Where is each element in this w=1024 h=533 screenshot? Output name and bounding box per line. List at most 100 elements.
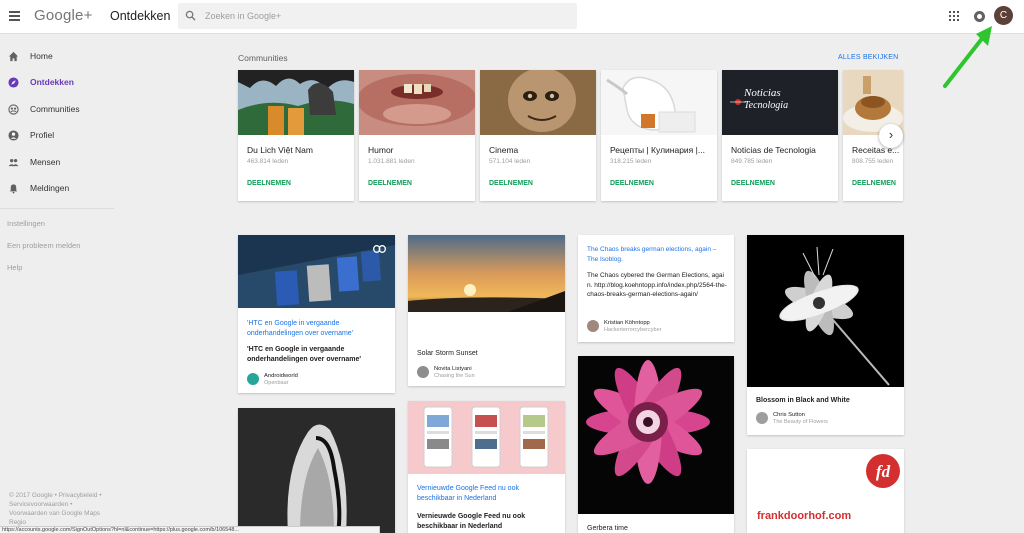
sidebar-item-home[interactable]: Home xyxy=(0,44,114,68)
region-link[interactable]: Regio xyxy=(9,519,26,526)
post-card-chaos[interactable]: The Chaos breaks german elections, again… xyxy=(578,235,734,342)
post-card-blossom[interactable]: Blossom in Black and White Chris Sutton … xyxy=(747,235,904,435)
post-author[interactable]: Kristian Köhntopp Hackerterrorcybercyber xyxy=(587,320,727,334)
post-author[interactable]: Novita Listyani Chasing the Sun xyxy=(417,366,557,380)
post-card-veil[interactable] xyxy=(238,408,395,533)
sidebar-item-profiel[interactable]: Profiel xyxy=(0,123,114,147)
bell-icon xyxy=(9,183,18,194)
post-card-feed[interactable]: Vernieuwde Google Feed nu ook beschikbaa… xyxy=(408,401,565,533)
sidebar-item-label: Ontdekken xyxy=(30,77,74,87)
post-title: Gerbera time xyxy=(587,525,628,532)
community-name: Рецепты | Кулинария |... xyxy=(610,145,705,155)
communities-icon xyxy=(8,103,19,115)
see-all-button[interactable]: ALLES BEKIJKEN xyxy=(838,54,898,61)
sidebar-item-communities[interactable]: Communities xyxy=(0,97,114,121)
menu-icon[interactable] xyxy=(9,11,20,21)
community-members: 1.031.881 leden xyxy=(368,158,415,165)
post-image xyxy=(747,235,904,387)
community-image xyxy=(601,70,717,135)
join-button[interactable]: DEELNEMEN xyxy=(852,180,896,187)
community-name: Noticias de Tecnologia xyxy=(731,145,816,155)
author-subtitle: Openbaar xyxy=(264,380,289,386)
author-subtitle: Hackerterrorcybercyber xyxy=(604,327,662,333)
terms-link[interactable]: Servicevoorwaarden xyxy=(9,501,68,508)
post-card-sunset[interactable]: Solar Storm Sunset Novita Listyani Chasi… xyxy=(408,235,565,386)
community-image: Noticias Tecnologia xyxy=(722,70,838,135)
help-link[interactable]: Help xyxy=(7,263,22,272)
communities-heading: Communities xyxy=(238,53,288,63)
post-link-title[interactable]: Vernieuwde Google Feed nu ook beschikbaa… xyxy=(417,484,557,503)
post-card-gerbera[interactable]: Gerbera time xyxy=(578,356,734,533)
join-button[interactable]: DEELNEMEN xyxy=(368,180,412,187)
post-card-htc[interactable]: 'HTC en Google in vergaande onderhandeli… xyxy=(238,235,395,393)
home-icon xyxy=(8,51,19,61)
search-box[interactable] xyxy=(178,3,577,29)
community-card[interactable]: Cinema 571.104 leden DEELNEMEN xyxy=(480,70,596,201)
people-icon xyxy=(8,158,19,166)
search-input[interactable] xyxy=(205,7,565,25)
maps-terms-link[interactable]: Voorwaarden van Google Maps xyxy=(9,510,100,517)
author-name[interactable]: Kristian Köhntopp xyxy=(604,320,650,326)
settings-link[interactable]: Instellingen xyxy=(7,219,45,228)
join-button[interactable]: DEELNEMEN xyxy=(610,180,654,187)
community-card[interactable]: Noticias Tecnologia Noticias de Tecnolog… xyxy=(722,70,838,201)
author-name[interactable]: Androidworld xyxy=(264,373,298,379)
account-avatar[interactable]: C xyxy=(994,6,1013,25)
community-members: 463.814 leden xyxy=(247,158,289,165)
community-card[interactable]: Du Lich Việt Nam 463.814 leden DEELNEMEN xyxy=(238,70,354,201)
avatar xyxy=(587,320,599,332)
sidebar-item-mensen[interactable]: Mensen xyxy=(0,150,114,174)
community-name: Humor xyxy=(368,145,394,155)
community-card[interactable]: Рецепты | Кулинария |... 318.215 leden D… xyxy=(601,70,717,201)
post-link-title[interactable]: The Chaos breaks german elections, again… xyxy=(587,245,727,264)
community-members: 318.215 leden xyxy=(610,158,652,165)
sidebar-footer: © 2017 Google • Privacybeleid • Servicev… xyxy=(9,492,102,526)
author-name[interactable]: Chris Sutton xyxy=(773,412,805,418)
search-icon[interactable] xyxy=(185,10,196,21)
post-author[interactable]: Androidworld Openbaar xyxy=(247,373,387,387)
sidebar-divider xyxy=(0,208,114,209)
post-link-title[interactable]: 'HTC en Google in vergaande onderhandeli… xyxy=(247,319,387,338)
community-name: Cinema xyxy=(489,145,519,155)
compass-icon xyxy=(8,76,19,88)
community-card[interactable]: Humor 1.031.881 leden DEELNEMEN xyxy=(359,70,475,201)
privacy-link[interactable]: Privacybeleid xyxy=(59,492,98,499)
author-subtitle: The Beauty of Flowers xyxy=(773,419,829,425)
sidebar-item-label: Meldingen xyxy=(30,183,70,193)
sidebar-item-label: Home xyxy=(30,51,53,61)
apps-grid-icon[interactable] xyxy=(949,11,959,21)
community-image xyxy=(480,70,596,135)
sidebar-item-meldingen[interactable]: Meldingen xyxy=(0,176,114,200)
noticias-logo-text: Noticias xyxy=(743,87,781,99)
sidebar-item-ontdekken[interactable]: Ontdekken xyxy=(0,70,114,94)
post-image xyxy=(578,356,734,514)
community-image xyxy=(359,70,475,135)
post-card-frank[interactable]: fd frankdoorhof.com xyxy=(747,449,904,533)
join-button[interactable]: DEELNEMEN xyxy=(489,180,533,187)
author-name[interactable]: Novita Listyani xyxy=(434,366,472,372)
post-text: The Chaos cybered the German Elections, … xyxy=(587,272,727,298)
community-members: 808.755 leden xyxy=(852,158,894,165)
author-subtitle: Chasing the Sun xyxy=(434,373,475,379)
post-title: Blossom in Black and White xyxy=(756,397,850,404)
notifications-icon[interactable] xyxy=(974,11,985,22)
carousel-next-button[interactable]: › xyxy=(879,124,903,148)
post-title: Solar Storm Sunset xyxy=(417,350,478,357)
post-image xyxy=(238,408,395,533)
post-image xyxy=(408,235,565,312)
fd-logo-icon: fd xyxy=(866,454,900,488)
report-problem-link[interactable]: Een probleem melden xyxy=(7,241,80,250)
browser-status-bar: https://accounts.google.com/SignOutOptio… xyxy=(0,526,380,533)
community-members: 849.785 leden xyxy=(731,158,773,165)
avatar xyxy=(756,412,768,424)
post-author[interactable]: Chris Sutton The Beauty of Flowers xyxy=(756,412,896,426)
sidebar-item-label: Profiel xyxy=(30,130,55,140)
post-image xyxy=(238,235,395,308)
annotation-arrow-icon xyxy=(943,26,992,88)
frankdoorhof-site-text: frankdoorhof.com xyxy=(757,510,852,522)
join-button[interactable]: DEELNEMEN xyxy=(731,180,775,187)
community-members: 571.104 leden xyxy=(489,158,531,165)
join-button[interactable]: DEELNEMEN xyxy=(247,180,291,187)
profile-icon xyxy=(8,129,19,141)
google-plus-logo[interactable]: Google+ xyxy=(34,7,93,24)
